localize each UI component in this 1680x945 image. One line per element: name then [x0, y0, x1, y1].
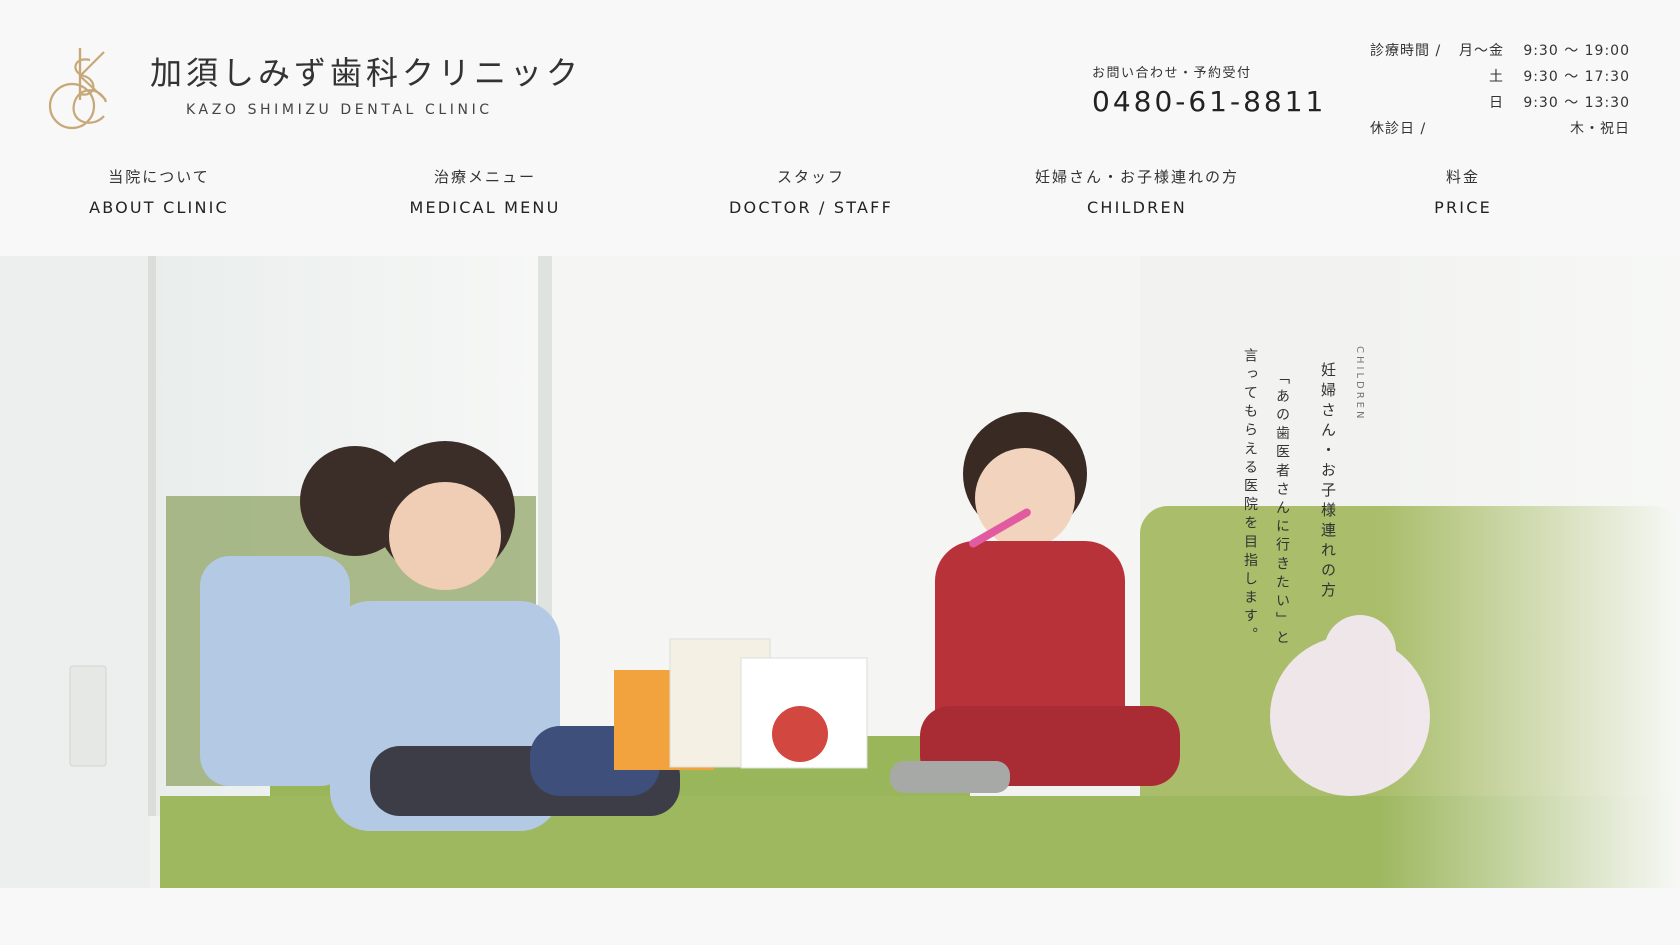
- hero-section: CHILDREN 妊婦さん・お子様連れの方 「あの歯医者さんに行きたい」と 言っ…: [0, 256, 1680, 888]
- nav-item-label-jp: 治療メニュー: [433, 168, 536, 186]
- closed-label: 休診日 /: [1370, 121, 1427, 137]
- hours-label: 診療時間 /: [1370, 43, 1442, 59]
- nav-item-label-jp: 妊婦さん・お子様連れの方: [1034, 168, 1239, 186]
- nav-item-medical-menu[interactable]: 治療メニュー MEDICAL MENU: [355, 166, 615, 217]
- contact-label: お問い合わせ・予約受付: [1092, 66, 1252, 81]
- phone-number-link[interactable]: 0480-61-8811: [1092, 85, 1332, 118]
- nav-item-price[interactable]: 料金 PRICE: [1333, 166, 1593, 217]
- office-hours: 診療時間 / 月〜金 9:30 〜 19:00 土 9:30 〜 17:30 日…: [1370, 40, 1630, 144]
- hours-row: 土 9:30 〜 17:30: [1370, 66, 1630, 92]
- nav-item-label-en: CHILDREN: [1087, 198, 1187, 217]
- below-hero-area: [0, 888, 1680, 945]
- nav-item-label-en: DOCTOR / STAFF: [729, 198, 893, 217]
- closed-days-row: 休診日 / 木・祝日: [1370, 118, 1630, 144]
- hours-row: 診療時間 / 月〜金 9:30 〜 19:00: [1370, 40, 1630, 66]
- nav-item-label-jp: 料金: [1445, 168, 1480, 186]
- hours-day: 土: [1489, 69, 1504, 85]
- global-nav: 当院について ABOUT CLINIC 治療メニュー MEDICAL MENU …: [0, 166, 1680, 236]
- nav-item-label-jp: 当院について: [108, 168, 210, 186]
- hero-photo: [0, 256, 1680, 888]
- nav-item-staff[interactable]: スタッフ DOCTOR / STAFF: [681, 166, 941, 217]
- hours-day: 月〜金: [1459, 43, 1504, 59]
- nav-item-children[interactable]: 妊婦さん・お子様連れの方 CHILDREN: [1007, 166, 1267, 217]
- nav-item-label-jp: スタッフ: [776, 168, 845, 186]
- hero-copy-line: 言ってもらえる医院を目指します。: [1242, 348, 1258, 646]
- hours-time: 9:30 〜 13:30: [1523, 95, 1630, 111]
- clinic-name-en: KAZO SHIMIZU DENTAL CLINIC: [186, 102, 493, 118]
- clinic-logo-icon[interactable]: [44, 46, 124, 132]
- section-tag: CHILDREN: [1354, 346, 1365, 422]
- clinic-name: 加須しみず歯科クリニック: [150, 54, 583, 92]
- nav-item-about[interactable]: 当院について ABOUT CLINIC: [29, 166, 289, 217]
- hours-row: 日 9:30 〜 13:30: [1370, 92, 1630, 118]
- hours-time: 9:30 〜 17:30: [1523, 69, 1630, 85]
- nav-item-label-en: ABOUT CLINIC: [89, 198, 229, 217]
- site-header: 加須しみず歯科クリニック KAZO SHIMIZU DENTAL CLINIC …: [0, 0, 1680, 256]
- contact-block: お問い合わせ・予約受付 0480-61-8811: [1092, 62, 1332, 118]
- hours-time: 9:30 〜 19:00: [1523, 43, 1630, 59]
- nav-item-label-en: PRICE: [1434, 198, 1492, 217]
- nav-item-label-en: MEDICAL MENU: [409, 198, 561, 217]
- hero-title: 妊婦さん・お子様連れの方: [1319, 362, 1337, 602]
- closed-days: 木・祝日: [1570, 121, 1630, 137]
- hours-day: 日: [1489, 95, 1504, 111]
- hero-copy-line: 「あの歯医者さんに行きたい」と: [1274, 370, 1290, 649]
